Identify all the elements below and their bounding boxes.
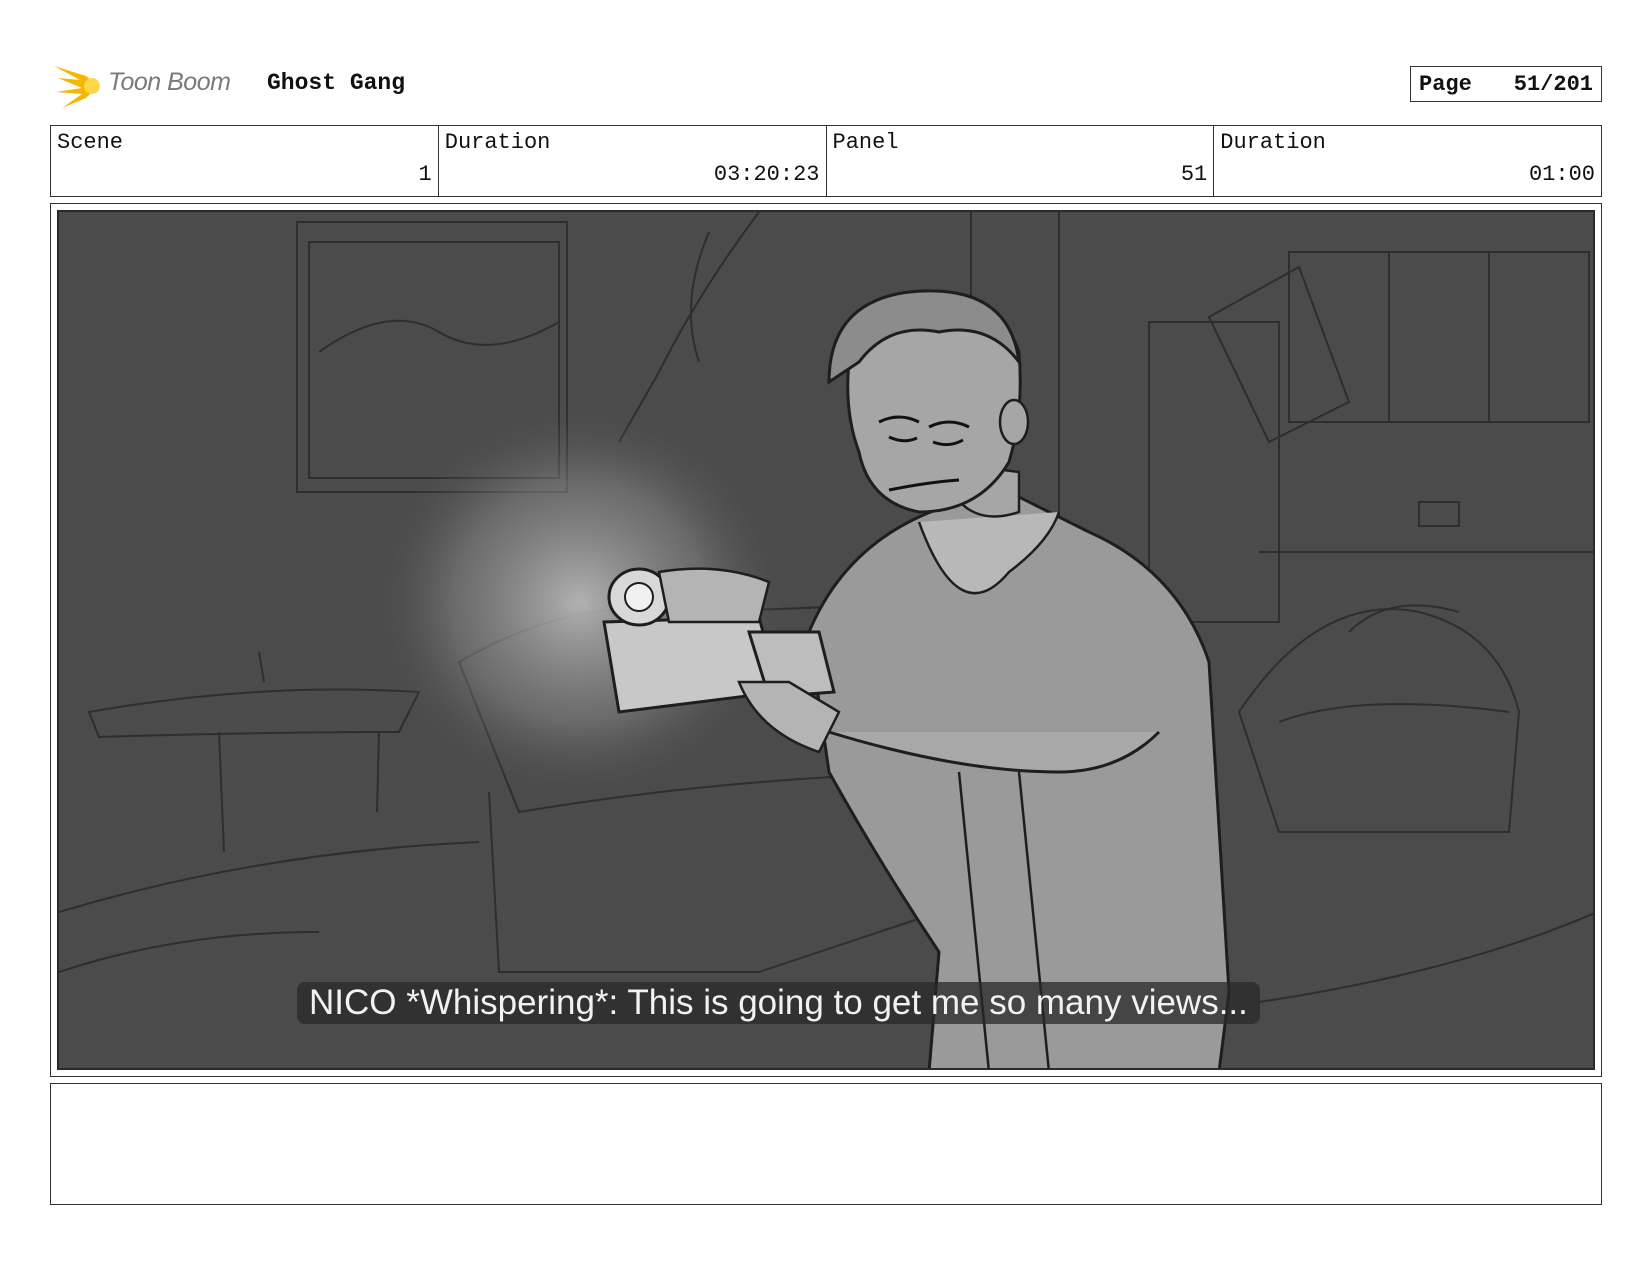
character-nico [602,289,1231,1068]
sketch-drawing [59,212,1593,1068]
storyboard-panel-frame: NICO *Whispering*: This is going to get … [50,203,1602,1077]
star-burst-icon [54,66,100,108]
panel-info-row: Scene 1 Duration 03:20:23 Panel 51 Durat… [50,125,1602,197]
panel-duration-value: 01:00 [1528,162,1595,187]
toon-boom-logo: Toon Boom [52,58,252,114]
panel-duration-label: Duration [1220,130,1326,155]
panel-duration-cell: Duration 01:00 [1214,126,1601,196]
logo-text: Toon Boom [108,68,231,96]
panel-value: 51 [1180,162,1208,187]
storyboard-sketch: NICO *Whispering*: This is going to get … [57,210,1595,1070]
scene-label: Scene [57,130,124,155]
scene-value: 1 [418,162,432,187]
dialogue-caption: NICO *Whispering*: This is going to get … [297,982,1260,1024]
scene-cell: Scene 1 [51,126,439,196]
page-number: 51/201 [1513,71,1593,97]
panel-label: Panel [832,130,899,155]
scene-duration-value: 03:20:23 [713,162,820,187]
panel-notes-box[interactable] [50,1083,1602,1205]
scene-duration-cell: Duration 03:20:23 [439,126,827,196]
panel-cell: Panel 51 [827,126,1215,196]
page-indicator: Page 51/201 [1410,66,1602,102]
page-label: Page [1419,71,1472,97]
project-title: Ghost Gang [267,70,406,96]
scene-duration-label: Duration [444,130,551,155]
